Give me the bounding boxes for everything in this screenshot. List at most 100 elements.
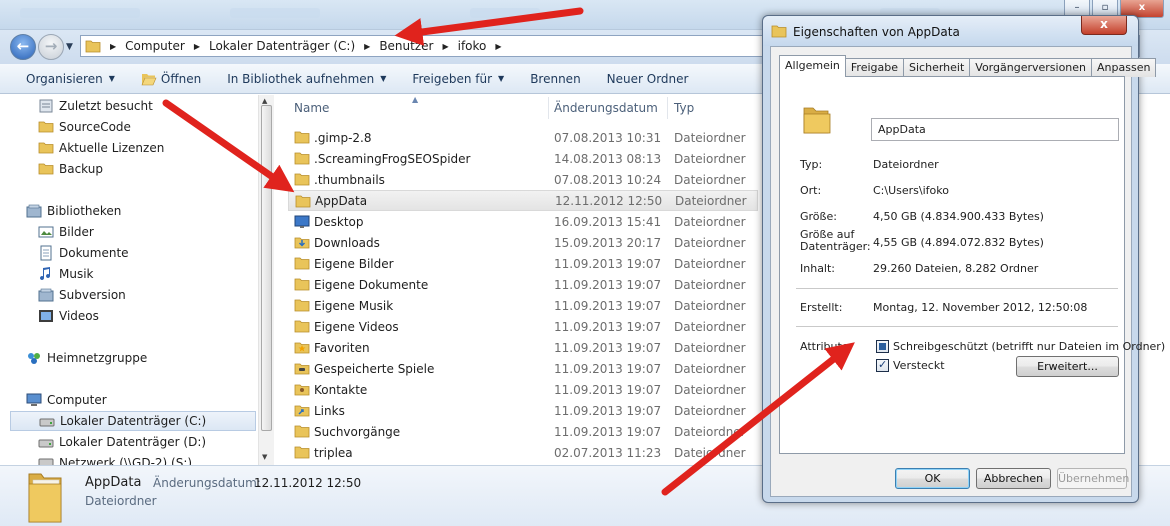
burn-button[interactable]: Brennen [530, 72, 580, 86]
sidebar-item[interactable]: Aktuelle Lizenzen [38, 138, 164, 158]
breadcrumb-separator[interactable]: ▶ [194, 42, 200, 51]
tab-security[interactable]: Sicherheit [903, 58, 971, 77]
column-name-label: Name [294, 101, 330, 115]
folder-icon [771, 25, 787, 38]
sidebar-item[interactable]: Bilder [38, 222, 94, 242]
file-row[interactable]: .gimp-2.8 07.08.2013 10:31 Dateiordner [288, 127, 758, 148]
folder-icon [294, 257, 310, 270]
breadcrumb-computer[interactable]: Computer [125, 39, 185, 53]
breadcrumb-separator[interactable]: ▶ [110, 42, 116, 51]
sidebar-item[interactable]: Backup [38, 159, 103, 179]
organize-menu[interactable]: Organisieren ▼ [26, 72, 115, 86]
sidebar-item[interactable]: Subversion [38, 285, 126, 305]
nav-scrollbar[interactable]: ▲ ▼ [258, 95, 274, 465]
file-row[interactable]: .thumbnails 07.08.2013 10:24 Dateiordner [288, 169, 758, 190]
cancel-button[interactable]: Abbrechen [976, 468, 1051, 489]
file-name: Kontakte [314, 382, 368, 397]
folder-icon [294, 320, 310, 333]
breadcrumb-users[interactable]: Benutzer [379, 39, 433, 53]
file-row[interactable]: Eigene Videos 11.09.2013 19:07 Dateiordner [288, 316, 758, 337]
column-header-name[interactable]: Name [294, 95, 544, 121]
file-date: 07.08.2013 10:24 [554, 172, 662, 187]
breadcrumb-separator[interactable]: ▶ [364, 42, 370, 51]
tab-customize[interactable]: Anpassen [1091, 58, 1157, 77]
sidebar-item[interactable]: Lokaler Datenträger (C:) [10, 411, 256, 431]
recent-pages-dropdown[interactable]: ▼ [66, 42, 73, 52]
breadcrumb-drive-c[interactable]: Lokaler Datenträger (C:) [209, 39, 355, 53]
folder-name-field[interactable]: AppData [871, 118, 1119, 141]
file-date: 07.08.2013 10:31 [554, 130, 662, 145]
dialog-close-button[interactable]: x [1081, 16, 1127, 35]
sidebar-item-label: Bilder [59, 225, 94, 239]
breadcrumb-user[interactable]: ifoko [458, 39, 487, 53]
file-row[interactable]: Eigene Bilder 11.09.2013 19:07 Dateiordner [288, 253, 758, 274]
folder-icon [294, 425, 310, 438]
file-row[interactable]: Eigene Dokumente 11.09.2013 19:07 Dateiord… [288, 274, 758, 295]
column-header-type[interactable]: Typ [674, 95, 754, 121]
tab-sharing[interactable]: Freigabe [844, 58, 905, 77]
sidebar-item[interactable]: Computer [26, 390, 107, 410]
sidebar-item[interactable]: SourceCode [38, 117, 131, 137]
readonly-checkbox[interactable] [876, 340, 889, 353]
size-on-disk-label-line2: Datenträger: [800, 240, 871, 253]
sidebar-item[interactable]: Bibliotheken [26, 201, 121, 221]
advanced-button[interactable]: Erweitert... [1016, 356, 1119, 377]
apply-button[interactable]: Übernehmen [1057, 468, 1129, 489]
ok-button[interactable]: OK [895, 468, 970, 489]
folder-icon [294, 237, 310, 249]
file-type: Dateiordner [674, 256, 746, 271]
file-date: 11.09.2013 19:07 [554, 319, 662, 334]
file-date: 11.09.2013 19:07 [554, 361, 662, 376]
scroll-down-icon[interactable]: ▼ [262, 453, 267, 461]
share-with-menu[interactable]: Freigeben für ▼ [412, 72, 504, 86]
include-in-library-menu[interactable]: In Bibliothek aufnehmen ▼ [227, 72, 386, 86]
file-name: Suchvorgänge [314, 424, 401, 439]
tab-previous-versions[interactable]: Vorgängerversionen [969, 58, 1093, 77]
nav-scrollbar-thumb[interactable] [261, 105, 272, 431]
sidebar-item[interactable]: Musik [38, 264, 94, 284]
chevron-down-icon: ▼ [498, 74, 505, 83]
back-button[interactable]: ← [10, 34, 36, 60]
file-row[interactable]: Eigene Musik 11.09.2013 19:07 Dateiordner [288, 295, 758, 316]
sidebar-item[interactable]: Lokaler Datenträger (D:) [38, 432, 206, 452]
open-folder-icon [141, 73, 157, 85]
dialog-title-bar: Eigenschaften von AppData x [763, 16, 1138, 46]
file-row[interactable]: Kontakte 11.09.2013 19:07 Dateiordner [288, 379, 758, 400]
readonly-label: Schreibgeschützt (betrifft nur Dateien i… [893, 340, 1166, 353]
new-folder-label: Neuer Ordner [606, 71, 689, 86]
file-row[interactable]: Gespeicherte Spiele 11.09.2013 19:07 Datei… [288, 358, 758, 379]
tab-general[interactable]: Allgemein [779, 55, 846, 77]
file-row[interactable]: Links 11.09.2013 19:07 Dateiordner [288, 400, 758, 421]
file-row[interactable]: Downloads 15.09.2013 20:17 Dateiordner [288, 232, 758, 253]
folder-icon [294, 405, 310, 417]
file-row[interactable]: .ScreamingFrogSEOSpider 14.08.2013 08:13 D… [288, 148, 758, 169]
column-date-label: Änderungsdatum [554, 101, 658, 115]
sidebar-item[interactable]: Dokumente [38, 243, 129, 263]
sidebar-item[interactable]: Videos [38, 306, 99, 326]
file-row[interactable]: Favoriten 11.09.2013 19:07 Dateiordner [288, 337, 758, 358]
new-folder-button[interactable]: Neuer Ordner [607, 72, 689, 86]
breadcrumb-separator[interactable]: ▶ [442, 42, 448, 51]
file-type: Dateiordner [674, 340, 746, 355]
forward-button[interactable]: → [38, 34, 64, 60]
folder-large-icon [28, 473, 62, 523]
file-row[interactable]: Suchvorgänge 11.09.2013 19:07 Dateiordner [288, 421, 758, 442]
sidebar-item[interactable]: Netzwerk (\\GD-2) (S:) [38, 453, 192, 465]
file-row[interactable]: triplea 02.07.2013 11:23 Dateiordner [288, 442, 758, 463]
scroll-up-icon[interactable]: ▲ [262, 97, 267, 105]
open-button[interactable]: Öffnen [141, 72, 201, 86]
hidden-checkbox[interactable]: ✓ [876, 358, 889, 372]
type-label: Typ: [800, 158, 823, 171]
sidebar-item[interactable]: Heimnetzgruppe [26, 348, 147, 368]
sidebar-item[interactable]: Zuletzt besucht [38, 96, 153, 116]
hidden-label: Versteckt [893, 359, 945, 372]
file-row[interactable]: Desktop 16.09.2013 15:41 Dateiordner [288, 211, 758, 232]
file-date: 11.09.2013 19:07 [554, 382, 662, 397]
dialog-body: Allgemein Freigabe Sicherheit Vorgängerv… [770, 46, 1165, 497]
file-row[interactable]: AppData 12.11.2012 12:50 Dateiordner [288, 190, 758, 211]
location-value: C:\Users\ifoko [873, 184, 949, 197]
file-type: Dateiordner [675, 193, 747, 208]
folder-large-icon [803, 107, 831, 134]
column-header-date[interactable]: Änderungsdatum [554, 95, 669, 121]
breadcrumb-separator[interactable]: ▶ [495, 42, 501, 51]
